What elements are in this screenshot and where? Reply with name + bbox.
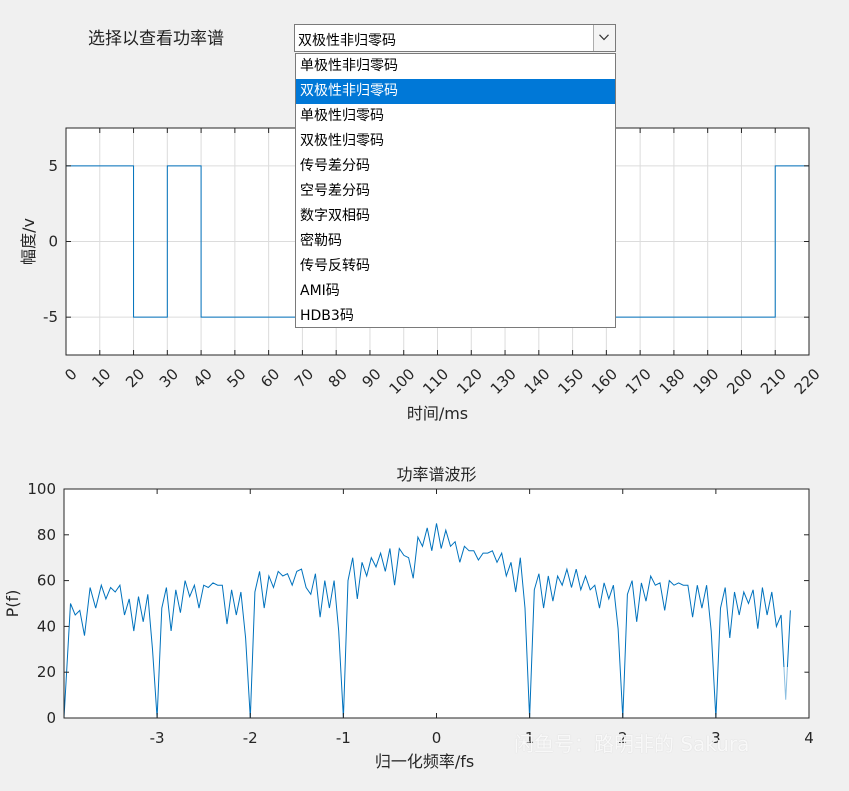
dropdown-option[interactable]: 单极性非归零码	[296, 54, 615, 79]
y-tick-label: 100	[27, 480, 56, 498]
dropdown-option[interactable]: 密勒码	[296, 229, 615, 254]
dropdown-option[interactable]: AMI码	[296, 279, 615, 304]
chart-title: 功率谱波形	[396, 465, 476, 484]
dropdown-option[interactable]: 数字双相码	[296, 204, 615, 229]
y-tick-label: 60	[37, 572, 56, 590]
y-axis-label: P(f)	[3, 590, 22, 618]
dropdown-option[interactable]: 传号差分码	[296, 154, 615, 179]
xianyu-logo: 闲鱼	[728, 667, 806, 713]
x-tick-label: -3	[150, 729, 165, 747]
dropdown-option[interactable]: 传号反转码	[296, 254, 615, 279]
dropdown-option[interactable]: 双极性非归零码	[296, 79, 615, 104]
y-tick-label: 80	[37, 526, 56, 544]
x-tick-label: -2	[243, 729, 258, 747]
x-tick-label: 0	[432, 729, 442, 747]
x-tick-label: 4	[804, 729, 814, 747]
x-tick-label: -1	[336, 729, 351, 747]
y-tick-label: 40	[37, 617, 56, 635]
x-axis-label: 归一化频率/fs	[375, 752, 474, 771]
dropdown-option[interactable]: 双极性归零码	[296, 129, 615, 154]
dropdown-option[interactable]: 空号差分码	[296, 179, 615, 204]
dropdown-list: 单极性非归零码 双极性非归零码 单极性归零码 双极性归零码 传号差分码 空号差分码 数字双相…	[295, 53, 616, 328]
y-tick-label: 20	[37, 663, 56, 681]
dropdown-option[interactable]: HDB3码	[296, 304, 615, 329]
watermark-text: 闲鱼号：路明非的 Sakura	[514, 732, 750, 756]
dropdown-option[interactable]: 单极性归零码	[296, 104, 615, 129]
y-tick-label: 0	[46, 709, 56, 727]
